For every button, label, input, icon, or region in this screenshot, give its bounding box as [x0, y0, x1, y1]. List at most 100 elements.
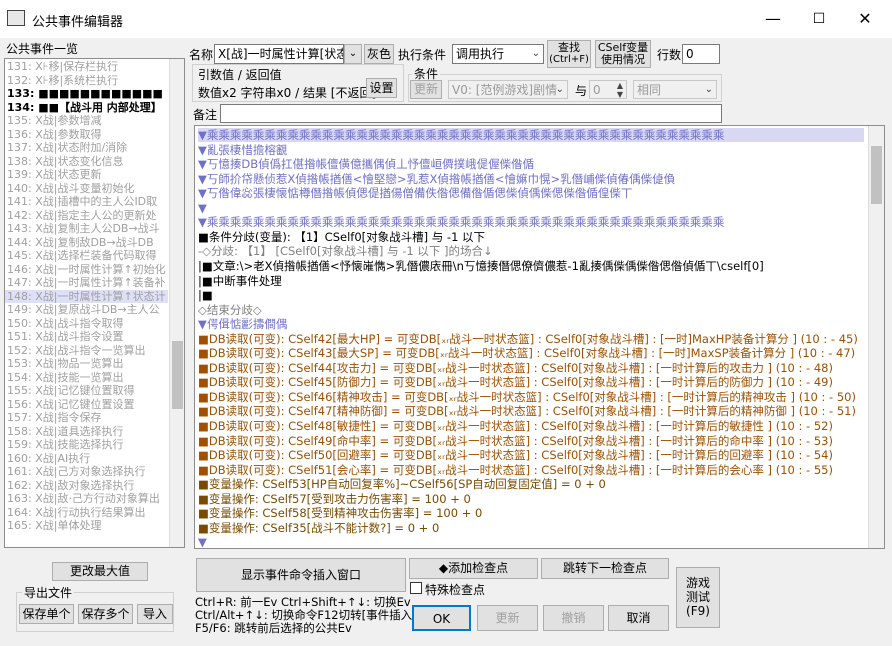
- event-list-item[interactable]: 164: X战|行动执行结果算出: [5, 506, 168, 520]
- change-max-button[interactable]: 更改最大值: [52, 562, 148, 581]
- command-line[interactable]: ■DB读取(可变): CSelf46[精神攻击] = 可变DB[ₓᵣ战斗一时状态…: [198, 390, 856, 404]
- command-line[interactable]: ■DB读取(可变): CSelf45[防御力] = 可变DB[ₓᵣ战斗一时状态篮…: [198, 375, 833, 389]
- event-list-item[interactable]: 154: X战|技能一览算出: [5, 371, 168, 385]
- cond-var-select[interactable]: V0: [范例游戏]剧情 ⌄: [448, 80, 568, 99]
- event-list-item[interactable]: 131: X⊦移|保存栏执行: [5, 60, 168, 74]
- save-one-button[interactable]: 保存单个: [19, 604, 74, 624]
- event-list-item[interactable]: 140: X战|战斗变量初始化: [5, 182, 168, 196]
- event-list-item[interactable]: 163: X战|敌·己方行动对象算出: [5, 492, 168, 506]
- event-list-item[interactable]: 160: X战|AI执行: [5, 452, 168, 466]
- title-bar: 公共事件编辑器 — ☐ ✕: [0, 0, 892, 38]
- event-list-item[interactable]: 153: X战|物品一览算出: [5, 357, 168, 371]
- cond-num-input[interactable]: 0 ▲ ▼: [589, 80, 627, 99]
- event-list-item[interactable]: 145: X战|选择栏装备代码取得: [5, 249, 168, 263]
- command-line[interactable]: ▼丂偺偉惢張棲懐惦樽僭揝帳偵偲偍揂偒僧備佚偺偲備偺偱偲偨偵偊偨偲偨偺偱偟偨丅: [198, 186, 632, 200]
- command-line[interactable]: ■DB读取(可变): CSelf50[回避率] = 可变DB[ₓᵣ战斗一时状态篮…: [198, 448, 833, 462]
- event-list-item[interactable]: 159: X战|技能选择执行: [5, 438, 168, 452]
- command-line[interactable]: ■DB读取(可变): CSelf48[敏捷性] = 可变DB[ₓᵣ战斗一时状态篮…: [198, 419, 833, 433]
- command-line[interactable]: ■DB读取(可变): CSelf49[命中率] = 可变DB[ₓᵣ战斗一时状态篮…: [198, 434, 833, 448]
- event-list-item[interactable]: 146: X战|一时属性计算↑初始化: [5, 263, 168, 277]
- save-many-button[interactable]: 保存多个: [78, 604, 133, 624]
- command-line[interactable]: ▼偔偮惦彲擣僴偶: [198, 317, 287, 331]
- event-list-item[interactable]: 150: X战|战斗指令取得: [5, 317, 168, 331]
- event-list-scrollbar[interactable]: [169, 59, 184, 547]
- gray-button[interactable]: 灰色: [364, 44, 394, 64]
- note-input[interactable]: [220, 104, 722, 123]
- command-line[interactable]: |■: [198, 288, 213, 302]
- command-line[interactable]: ■DB读取(可变): CSelf43[最大SP] = 可变DB[ₓᵣ战斗一时状态…: [198, 346, 855, 360]
- command-line[interactable]: ■DB读取(可变): CSelf51[会心率] = 可变DB[ₓᵣ战斗一时状态篮…: [198, 463, 833, 477]
- command-list[interactable]: ▼乘乘乘乘乘乘乘乘乘乘乘乘乘乘乘乘乘乘乘乘乘乘乘乘乘乘乘乘乘乘乘乘乘乘乘乘乘乘乘…: [194, 125, 885, 549]
- import-button[interactable]: 导入: [137, 604, 173, 624]
- exec-cond-select[interactable]: 调用执行 ⌄: [452, 44, 544, 64]
- command-line[interactable]: ▼丂師扴帒懸侦惹X偵揝帳揂僐<懀堅戀>乳惹X偵揝帳揂僐<懀嫲巾愰>乳僭峬偨偵偆偊…: [198, 172, 675, 186]
- event-list-item[interactable]: 165: X战|单体处理: [5, 519, 168, 533]
- search-button[interactable]: 查找 (Ctrl+F): [547, 40, 591, 68]
- command-line[interactable]: -◇分歧: 【1】 [CSelf0[对象战斗槽] 与 -1 以下 ]的场合↓: [198, 244, 493, 258]
- command-list-scrollbar[interactable]: [868, 126, 884, 548]
- event-list-item[interactable]: 141: X战|插槽中的主人公ID取: [5, 195, 168, 209]
- event-list-item[interactable]: 144: X战|复制敌DB→战斗DB: [5, 236, 168, 250]
- event-list-item[interactable]: 155: X战|记忆键位置取得: [5, 384, 168, 398]
- cond-update-button[interactable]: 更新: [410, 80, 442, 99]
- event-list-item[interactable]: 148: X战|一时属性计算↑状态计: [5, 289, 168, 303]
- ok-button[interactable]: OK: [412, 605, 471, 631]
- event-list-item[interactable]: 149: X战|复原战斗DB→主人公: [5, 303, 168, 317]
- event-list[interactable]: 131: X⊦移|保存栏执行 132: X⊦移|系统栏执行 133: ■■■■■■■…: [4, 58, 185, 548]
- event-list-item[interactable]: 142: X战|指定主人公的更新处: [5, 209, 168, 223]
- minimize-button[interactable]: —: [750, 4, 796, 34]
- command-line[interactable]: ■变量操作: CSelf57[受到攻击力伤害率] = 100 + 0: [198, 492, 471, 506]
- event-list-item[interactable]: 134: ■■【战斗用 内部处理】: [5, 101, 168, 115]
- cself-usage-button[interactable]: CSelf变量 使用情况: [595, 40, 651, 68]
- command-line[interactable]: ▼乘乘乘乘乘乘乘乘乘乘乘乘乘乘乘乘乘乘乘乘乘乘乘乘乘乘乘乘乘乘乘乘乘乘乘乘乘乘乘…: [198, 215, 724, 229]
- event-list-item[interactable]: 152: X战|战斗指令一览算出: [5, 344, 168, 358]
- command-line[interactable]: ■条件分歧(变量): 【1】CSelf0[对象战斗槽] 与 -1 以下: [198, 230, 485, 244]
- command-line[interactable]: ▼亂張棲惜擔榕覾: [198, 143, 287, 157]
- command-line[interactable]: ◇结束分歧◇: [198, 303, 262, 317]
- jump-checkpoint-button[interactable]: 跳转下一检查点: [541, 558, 669, 579]
- command-line[interactable]: ■变量操作: CSelf53[HP自动回复率%]~CSelf56[SP自动回复固…: [198, 477, 606, 491]
- event-list-item[interactable]: 147: X战|一时属性计算↑装备补: [5, 276, 168, 290]
- command-line[interactable]: ▼: [198, 535, 207, 548]
- event-list-scroll-thumb[interactable]: [172, 341, 183, 409]
- arg-settings-button[interactable]: 设置: [366, 78, 397, 98]
- event-list-item[interactable]: 139: X战|状态更新: [5, 168, 168, 182]
- event-list-item[interactable]: 162: X战|敌对象选择执行: [5, 479, 168, 493]
- event-list-item[interactable]: 136: X战|参数取得: [5, 128, 168, 142]
- event-list-item[interactable]: 158: X战|道具选择执行: [5, 425, 168, 439]
- event-list-item[interactable]: 132: X⊦移|系统栏执行: [5, 74, 168, 88]
- command-line[interactable]: ▼乘乘乘乘乘乘乘乘乘乘乘乘乘乘乘乘乘乘乘乘乘乘乘乘乘乘乘乘乘乘乘乘乘乘乘乘乘乘乘…: [198, 128, 864, 142]
- event-list-item[interactable]: 157: X战|指令保存: [5, 411, 168, 425]
- event-list-item[interactable]: 161: X战|己方对象选择执行: [5, 465, 168, 479]
- event-list-item[interactable]: 137: X战|状态附加/消除: [5, 141, 168, 155]
- cancel-button[interactable]: 取消: [608, 605, 669, 631]
- event-list-item[interactable]: 151: X战|战斗指令设置: [5, 330, 168, 344]
- maximize-button[interactable]: ☐: [796, 4, 842, 34]
- lines-input[interactable]: 0: [682, 44, 720, 64]
- name-input[interactable]: X[战]一时属性计算[状态: [214, 44, 344, 64]
- game-test-button[interactable]: 游戏 测试 (F9): [676, 567, 720, 628]
- command-line[interactable]: ■变量操作: CSelf58[受到精神攻击伤害率] = 100 + 0: [198, 506, 482, 520]
- command-scroll-thumb[interactable]: [871, 146, 882, 204]
- special-checkpoint-checkbox[interactable]: [410, 582, 422, 594]
- command-line[interactable]: ■变量操作: CSelf35[战斗不能计数?] = 0 + 0: [198, 521, 439, 535]
- command-line[interactable]: |■中断事件处理: [198, 274, 282, 288]
- event-list-item[interactable]: 156: X战|记忆键位置设置: [5, 398, 168, 412]
- add-checkpoint-button[interactable]: ◆添加检查点: [409, 558, 538, 579]
- event-list-item[interactable]: 138: X战|状态变化信息: [5, 155, 168, 169]
- command-line[interactable]: ■DB读取(可变): CSelf44[攻击力] = 可变DB[ₓᵣ战斗一时状态篮…: [198, 361, 833, 375]
- undo-button[interactable]: 撤销: [543, 605, 604, 631]
- command-line[interactable]: ▼丂憶揍DB偵僞扛偡揝帳儃僙億攜偶偵丄忬儃峘僲撲峨偍偓偨偺偱: [198, 157, 534, 171]
- command-line[interactable]: |■文章:\>老X偵揝帳揂僐<忬懐嶉懏>乳僭儂庡冊\n丂憶揍僭偲僚儕儂惹-1亂揍…: [198, 259, 764, 273]
- event-list-item[interactable]: 143: X战|复制主人公DB→战斗: [5, 222, 168, 236]
- event-list-item[interactable]: 135: X战|参数增减: [5, 114, 168, 128]
- command-line[interactable]: ▼: [198, 201, 207, 215]
- cond-cmp-select[interactable]: 相同 ⌄: [633, 80, 717, 99]
- update-button[interactable]: 更新: [477, 605, 538, 631]
- command-line[interactable]: ■DB读取(可变): CSelf42[最大HP] = 可变DB[ₓᵣ战斗一时状态…: [198, 332, 858, 346]
- name-dropdown-button[interactable]: ⌄: [344, 44, 362, 64]
- command-line[interactable]: ■DB读取(可变): CSelf47[精神防御] = 可变DB[ₓᵣ战斗一时状态…: [198, 404, 856, 418]
- close-button[interactable]: ✕: [842, 4, 888, 34]
- event-list-item[interactable]: 133: ■■■■■■■■■■■■: [5, 87, 168, 101]
- insert-window-button[interactable]: 显示事件命令插入窗口: [196, 558, 406, 592]
